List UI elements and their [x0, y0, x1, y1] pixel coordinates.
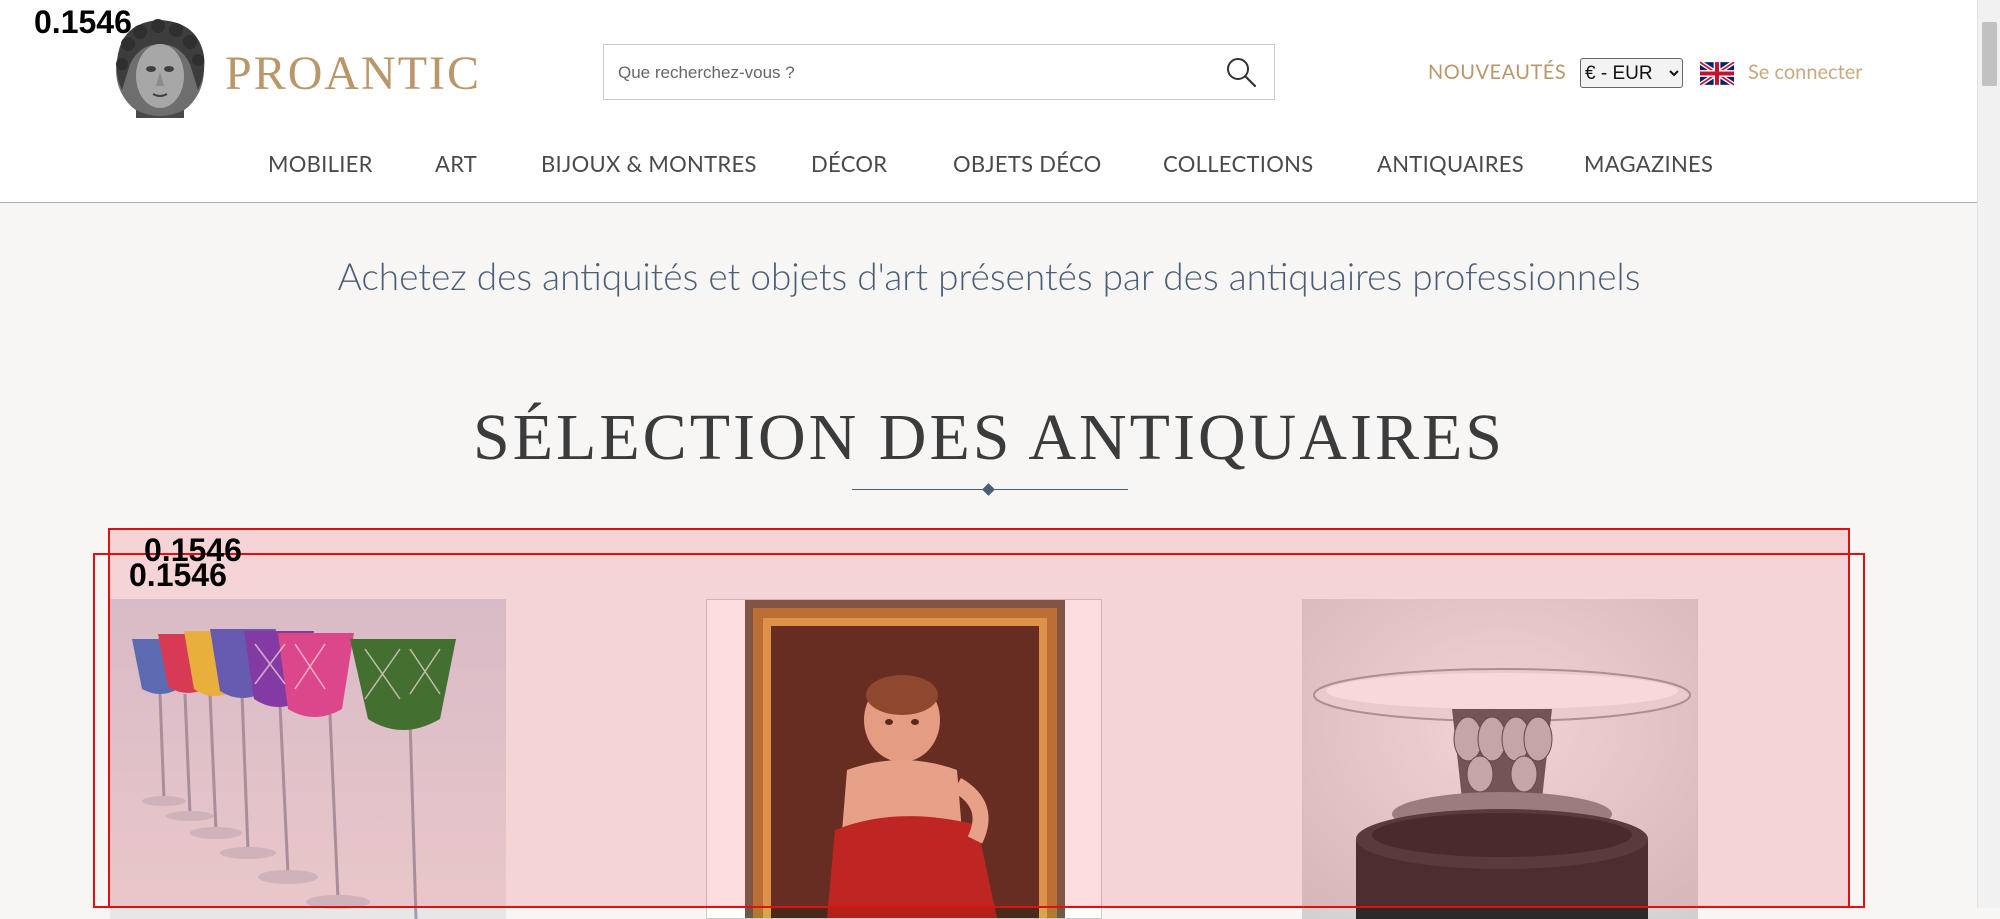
- search-icon[interactable]: [1224, 55, 1258, 89]
- nav-item-mobilier[interactable]: MOBILIER: [268, 150, 373, 177]
- nav-item-bijoux-montres[interactable]: BIJOUX & MONTRES: [541, 150, 757, 177]
- nouveautes-link[interactable]: NOUVEAUTÉS: [1428, 60, 1566, 84]
- nav-item-collections[interactable]: COLLECTIONS: [1163, 150, 1313, 177]
- title-divider-ornament: [982, 483, 995, 496]
- product-card-portrait[interactable]: [706, 599, 1102, 919]
- vertical-scrollbar[interactable]: [1977, 0, 2000, 908]
- login-link[interactable]: Se connecter: [1748, 60, 1863, 84]
- search-input[interactable]: [616, 53, 1200, 93]
- product-image-portrait: [707, 600, 1101, 918]
- product-image-glasses: [110, 599, 506, 919]
- main-navigation: MOBILIER ART BIJOUX & MONTRES DÉCOR OBJE…: [0, 150, 1978, 180]
- product-card-glasses[interactable]: [110, 599, 506, 919]
- section-title: SÉLECTION DES ANTIQUAIRES: [473, 401, 1505, 474]
- nav-item-art[interactable]: ART: [435, 150, 477, 177]
- currency-select[interactable]: € - EUR: [1580, 58, 1683, 88]
- nav-item-antiquaires[interactable]: ANTIQUAIRES: [1377, 150, 1524, 177]
- brand-name[interactable]: PROANTIC: [225, 46, 481, 101]
- nav-item-decor[interactable]: DÉCOR: [811, 150, 887, 177]
- page-tagline: Achetez des antiquités et objets d'art p…: [337, 253, 1641, 298]
- product-image-silver-bowl: [1302, 599, 1698, 919]
- product-card-silver-bowl[interactable]: [1302, 599, 1698, 919]
- search-box: [603, 44, 1275, 100]
- site-header: PROANTIC NOUVEAUTÉS € - EUR Se connecter…: [0, 0, 1978, 203]
- nav-item-objets-deco[interactable]: OBJETS DÉCO: [953, 150, 1102, 177]
- uk-flag-icon[interactable]: [1700, 61, 1734, 86]
- nav-item-magazines[interactable]: MAGAZINES: [1584, 150, 1713, 177]
- detection-score-top: 0.1546: [34, 4, 132, 40]
- scrollbar-thumb[interactable]: [1982, 22, 1997, 86]
- detection-score-b: 0.1546: [129, 557, 227, 593]
